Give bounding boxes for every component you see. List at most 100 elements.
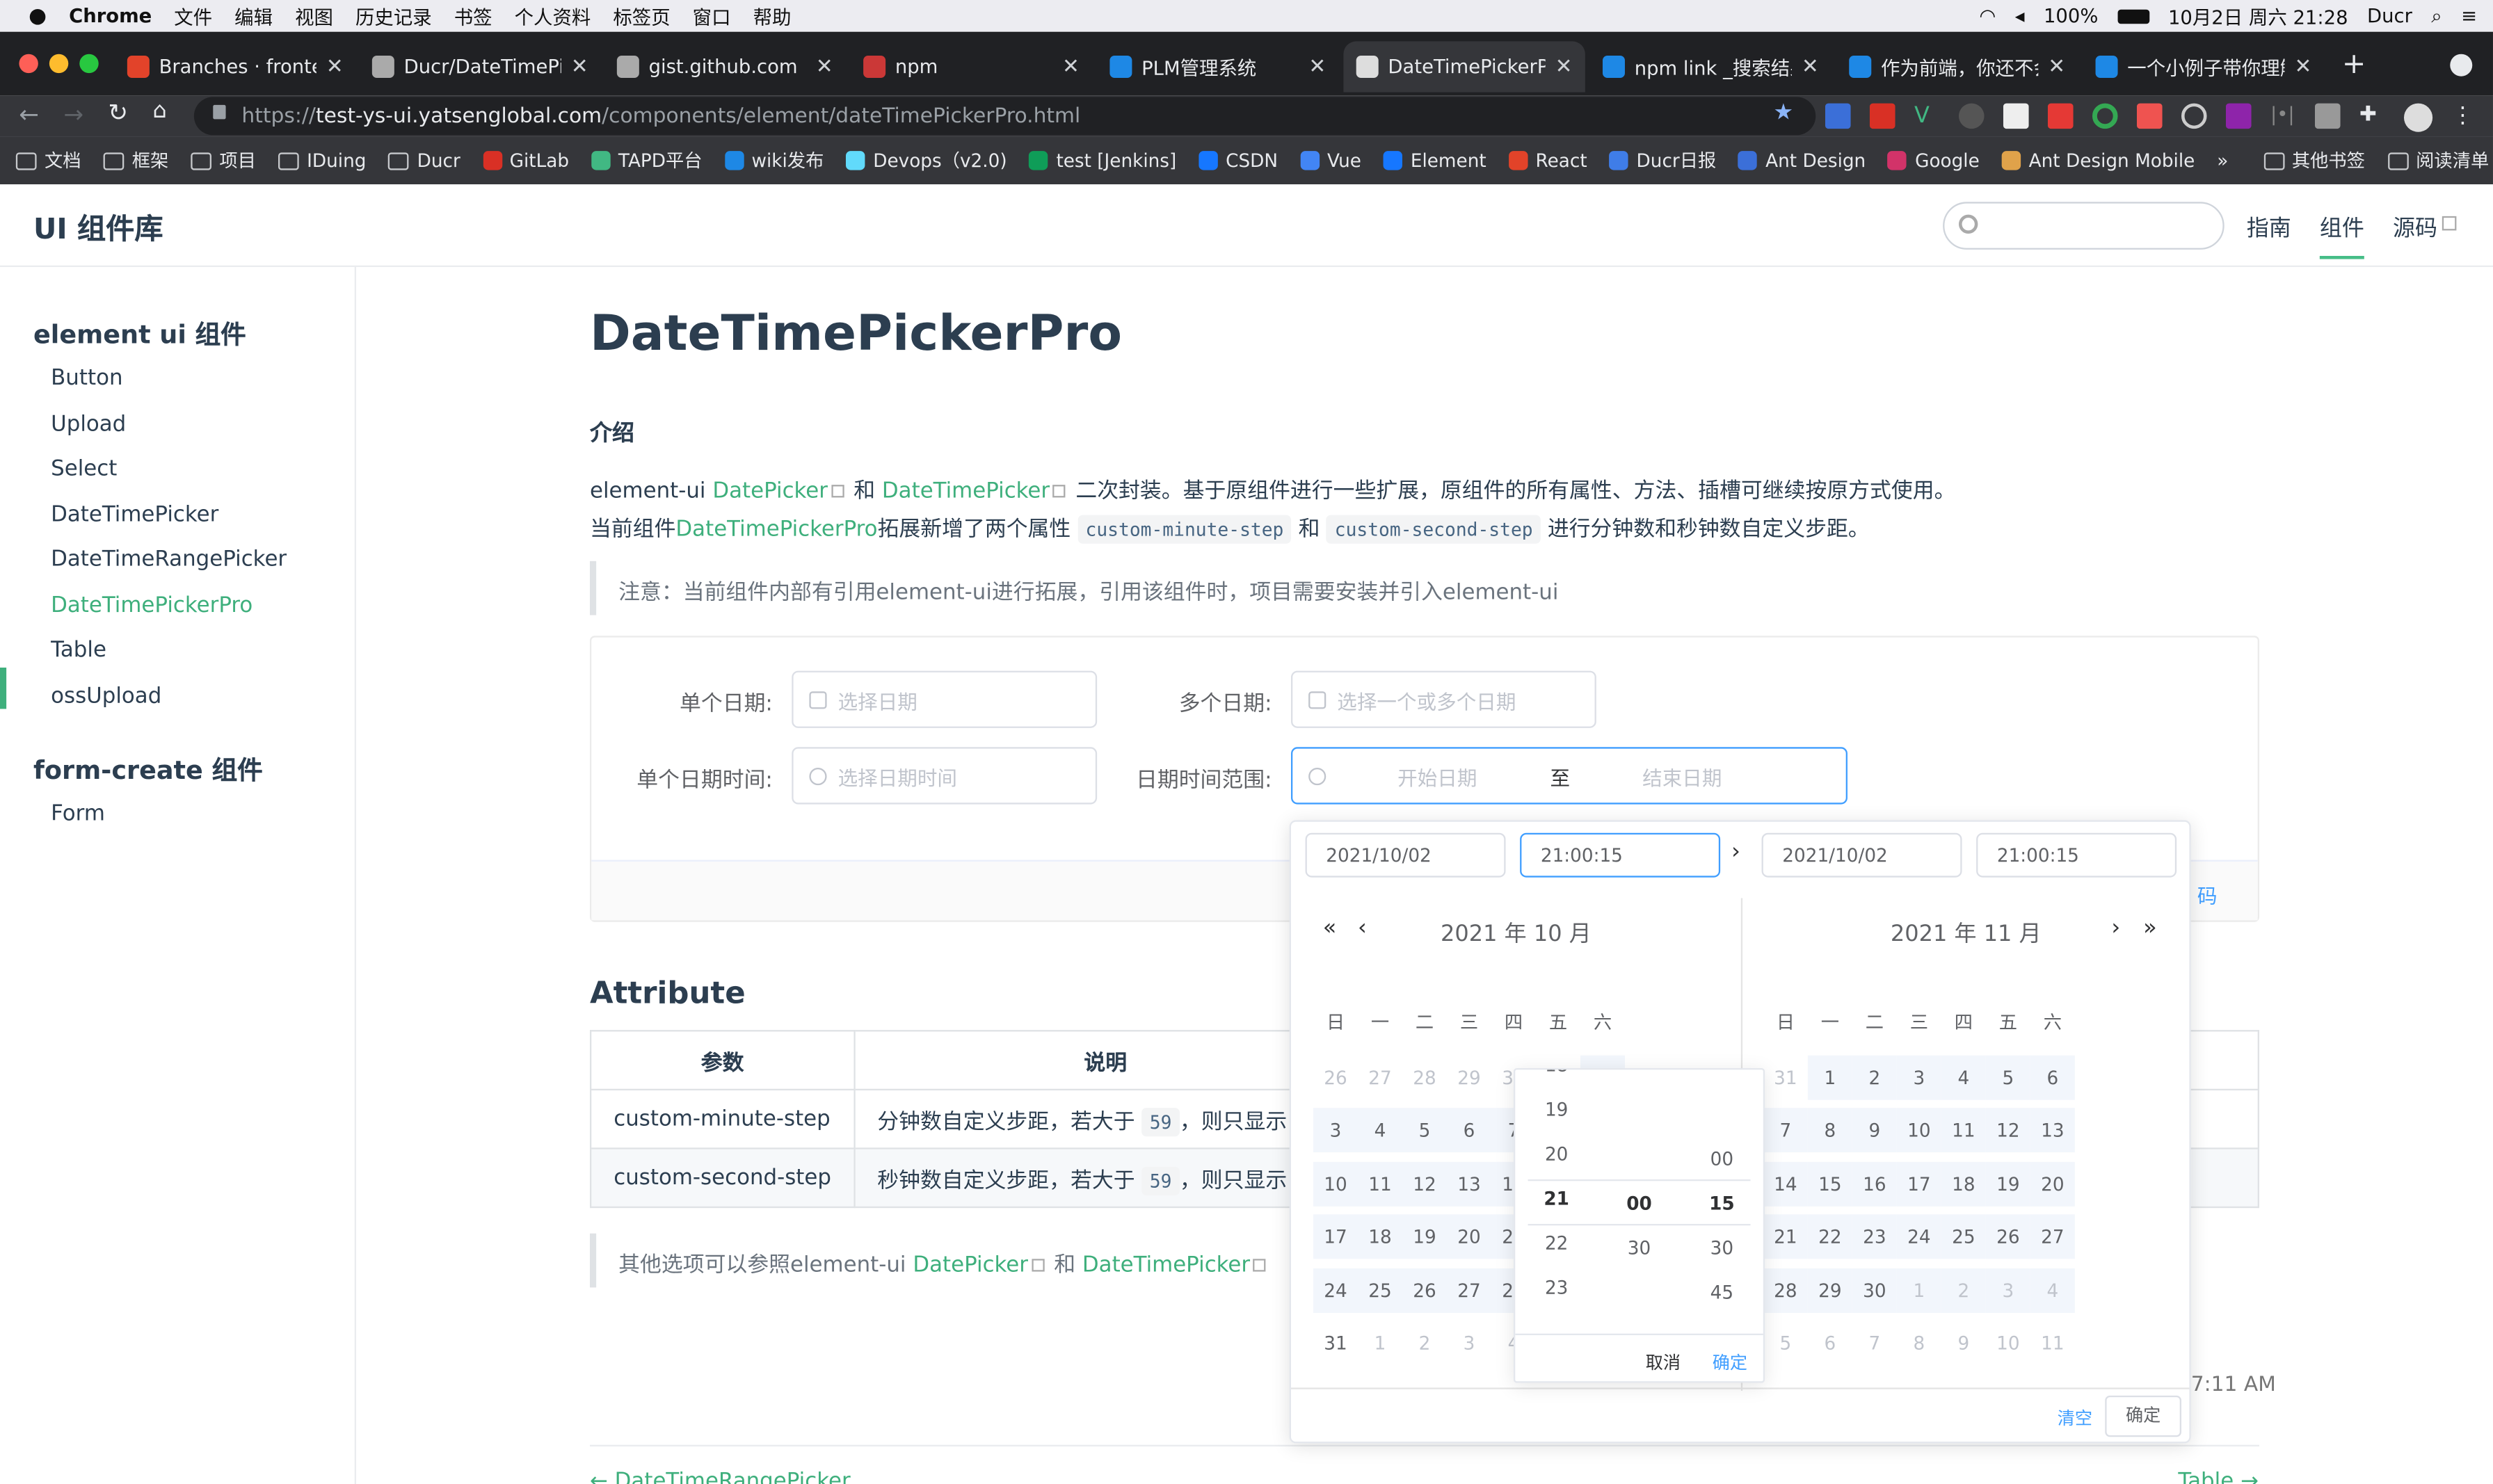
extension-green-gear-icon[interactable] [2092,103,2118,129]
calendar-day[interactable]: 25 [1357,1268,1402,1313]
bookmark-star-icon[interactable]: ★ [1774,100,1794,126]
time-option[interactable]: 00 [1608,1181,1671,1225]
calendar-day[interactable]: 5 [1402,1108,1447,1154]
menu-help[interactable]: 帮助 [753,2,792,29]
extension-target-icon[interactable] [2181,103,2207,129]
tab-close-icon[interactable]: ✕ [326,55,344,79]
prev-page-link[interactable]: ← DateTimeRangePicker [590,1469,851,1484]
bookmark-14[interactable]: React [1508,150,1587,172]
calendar-day[interactable]: 26 [1313,1056,1358,1100]
calendar-day[interactable]: 8 [1897,1321,1941,1365]
calendar-day[interactable]: 1 [1358,1321,1402,1365]
time-option[interactable]: 00 [1690,1136,1754,1181]
calendar-day[interactable]: 27 [1358,1056,1402,1100]
control-center-icon[interactable]: ≡ [2461,5,2477,27]
tab-close-icon[interactable]: ✕ [816,55,833,79]
calendar-day[interactable]: 10 [1986,1321,2030,1365]
bookmark-17[interactable]: Google [1888,150,1980,172]
bookmark-20[interactable]: 其他书签 [2263,148,2365,174]
tab-2[interactable]: Ducr/DateTimePicker ✕ [360,41,601,92]
extension-page-icon[interactable] [2003,103,2029,129]
multi-date-input[interactable]: 选择一个或多个日期 [1290,670,1596,728]
link-datetimepicker-2[interactable]: DateTimePicker [1082,1252,1250,1278]
browser-menu-icon[interactable]: ⋮ [2452,104,2474,129]
bookmark-15[interactable]: Ducr日报 [1609,148,1716,174]
calendar-day[interactable]: 30 [1852,1268,1897,1313]
menu-file[interactable]: 文件 [174,2,212,29]
sidebar-item-ossupload[interactable]: ossUpload [51,684,161,709]
datetime-range-input[interactable]: 开始日期 至 结束日期 [1290,747,1847,805]
bookmark-18[interactable]: Ant Design Mobile [2001,150,2195,172]
calendar-day[interactable]: 2 [1852,1055,1897,1100]
forward-icon[interactable]: → [63,100,83,129]
sidebar-item-upload[interactable]: Upload [51,412,126,437]
calendar-day[interactable]: 29 [1807,1268,1852,1313]
calendar-day[interactable]: 19 [1985,1161,2030,1207]
bookmark-12[interactable]: Vue [1300,150,1361,172]
menu-view[interactable]: 视图 [295,2,333,29]
calendar-day[interactable]: 9 [1941,1321,1986,1365]
calendar-day[interactable]: 26 [1402,1268,1447,1313]
start-date-input[interactable]: 2021/10/02 [1305,832,1506,878]
link-datepicker[interactable]: DatePicker [712,478,828,504]
search-input[interactable] [1943,202,2225,250]
calendar-day[interactable]: 7 [1852,1321,1897,1365]
tab-6[interactable]: DateTimePickerPro ✕ [1343,41,1585,92]
single-date-input[interactable]: 选择日期 [792,670,1098,728]
calendar-day[interactable]: 19 [1402,1214,1447,1259]
bookmark-7[interactable]: TAPD平台 [591,148,703,174]
range-start-placeholder[interactable]: 开始日期 [1397,761,1477,791]
extension-jh-icon[interactable] [1825,103,1851,129]
calendar-day[interactable]: 7 [1763,1108,1808,1154]
bookmark-16[interactable]: Ant Design [1738,150,1866,172]
bookmark-1[interactable]: 文档 [15,148,81,174]
menu-edit[interactable]: 编辑 [234,2,273,29]
tab-4[interactable]: npm ✕ [851,41,1092,92]
menu-profile[interactable]: 个人资料 [515,2,591,29]
calendar-day[interactable]: 21 [1763,1214,1808,1259]
apple-icon[interactable]: ● [29,4,47,28]
time-cancel-button[interactable]: 取消 [1646,1350,1681,1376]
calendar-day[interactable]: 5 [1763,1321,1808,1365]
wifi-icon[interactable]: ◠ [1979,5,1996,27]
extension-bracket-icon[interactable]: |•| [2270,104,2296,129]
calendar-day[interactable]: 10 [1896,1108,1941,1154]
tab-close-icon[interactable]: ✕ [1308,55,1326,79]
menu-tabs[interactable]: 标签页 [613,2,670,29]
bookmark-8[interactable]: wiki发布 [724,148,824,174]
time-option[interactable]: 22 [1525,1220,1588,1265]
bookmark-2[interactable]: 框架 [103,148,168,174]
calendar-day[interactable]: 25 [1941,1214,1986,1259]
bookmark-9[interactable]: Devops（v2.0) [846,148,1007,174]
bookmark-5[interactable]: Ducr [388,150,460,172]
bookmark-6[interactable]: GitLab [482,150,569,172]
calendar-day[interactable]: 3 [1985,1268,2030,1313]
next-year-icon[interactable]: » [2143,916,2157,942]
nav-source[interactable]: 源码 [2393,211,2437,243]
sidebar-item-button[interactable]: Button [51,366,122,392]
time-option[interactable]: 30 [1690,1225,1754,1270]
single-datetime-input[interactable]: 选择日期时间 [792,747,1098,805]
sidebar-group-form-create[interactable]: form-create 组件 [33,749,263,787]
time-ok-button[interactable]: 确定 [1713,1350,1747,1376]
tab-close-icon[interactable]: ✕ [2048,55,2065,79]
calendar-day[interactable]: 3 [1896,1055,1941,1100]
calendar-day[interactable]: 27 [1446,1268,1491,1313]
reload-icon[interactable]: ↻ [108,99,128,127]
link-datetimepickerpro[interactable]: DateTimePickerPro [675,517,877,542]
minimize-window-icon[interactable] [49,54,69,74]
back-icon[interactable]: ← [19,100,39,129]
tab-5[interactable]: PLM管理系统 ✕ [1097,41,1338,92]
tab-3[interactable]: gist.github.com ✕ [604,41,846,92]
sidebar-item-select[interactable]: Select [51,456,117,482]
sidebar-item-datetimerangepicker[interactable]: DateTimeRangePicker [51,547,287,572]
calendar-day[interactable]: 4 [1357,1108,1402,1154]
tab-close-icon[interactable]: ✕ [1802,55,1819,79]
calendar-day[interactable]: 12 [1402,1161,1447,1207]
calendar-day[interactable]: 6 [2030,1055,2075,1100]
time-option[interactable]: 30 [1608,1225,1671,1270]
site-title[interactable]: UI 组件库 [33,207,163,248]
extension-purple-icon[interactable] [2225,103,2252,129]
calendar-day[interactable]: 11 [1941,1108,1986,1154]
calendar-day[interactable]: 27 [2030,1214,2075,1259]
